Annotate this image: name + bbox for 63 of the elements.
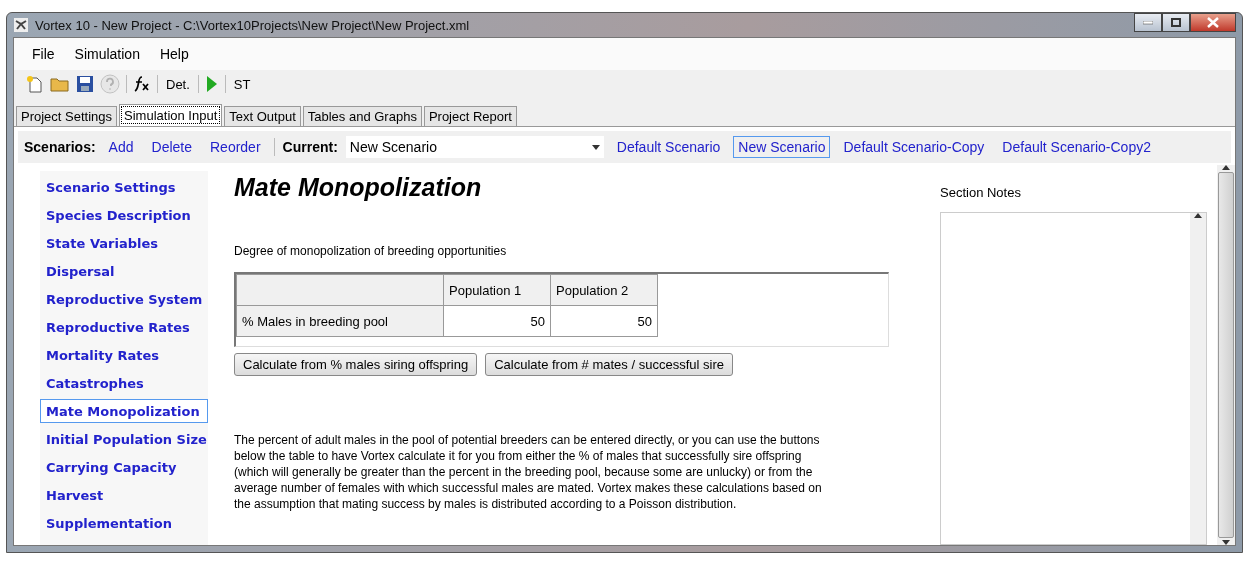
minimize-button[interactable] — [1134, 13, 1162, 32]
function-icon[interactable] — [133, 75, 151, 93]
close-icon — [1207, 17, 1219, 28]
tab[interactable]: Tables and Graphs — [302, 106, 422, 126]
minimize-icon — [1143, 20, 1153, 25]
column-header: Population 1 — [443, 274, 551, 306]
scenario-link[interactable]: Default Scenario-Copy2 — [997, 136, 1156, 158]
notes-label: Section Notes — [940, 185, 1022, 200]
scroll-up-icon — [1194, 213, 1202, 218]
close-button[interactable] — [1190, 13, 1236, 32]
window-title: Vortex 10 - New Project - C:\Vortex10Projects\New Project\New Project.xml — [35, 17, 470, 33]
scenario-link[interactable]: Default Scenario-Copy — [838, 136, 990, 158]
tab[interactable]: Text Output — [224, 106, 301, 126]
sidebar-item[interactable]: Supplementation — [40, 511, 208, 535]
table-caption: Degree of monopolization of breeding opportunities — [234, 244, 508, 258]
row-header: % Males in breeding pool — [236, 305, 444, 337]
menu-item[interactable]: File — [24, 46, 63, 62]
scenario-action-link[interactable]: Delete — [146, 136, 197, 158]
scenario-action-link[interactable]: Reorder — [205, 136, 266, 158]
sidebar-item[interactable]: Catastrophes — [40, 371, 208, 395]
save-icon[interactable] — [76, 75, 94, 93]
new-file-icon[interactable] — [26, 75, 44, 93]
calculate-button[interactable]: Calculate from # mates / successful sire — [485, 353, 733, 376]
menu-item[interactable]: Help — [151, 46, 197, 62]
maximize-button[interactable] — [1162, 13, 1190, 32]
scenario-link[interactable]: New Scenario — [733, 136, 831, 158]
table-cell[interactable]: 50 — [443, 305, 551, 337]
scroll-down-icon — [1222, 540, 1230, 545]
play-icon[interactable] — [204, 74, 219, 94]
folder-icon[interactable] — [50, 75, 70, 93]
sidebar-item[interactable]: Reproductive System — [40, 287, 208, 311]
sidebar-item[interactable]: Reproductive Rates — [40, 315, 208, 339]
sidebar-item[interactable]: Dispersal — [40, 259, 208, 283]
maximize-icon — [1171, 18, 1181, 27]
sidebar-item[interactable]: Initial Population Size — [40, 427, 208, 451]
sidebar-item[interactable]: Species Description — [40, 203, 208, 227]
column-header: Population 2 — [550, 274, 658, 306]
scenario-link[interactable]: Default Scenario — [611, 136, 726, 158]
menu-item[interactable]: Simulation — [66, 46, 148, 62]
sidebar-item[interactable]: Harvest — [40, 483, 208, 507]
scenario-dropdown[interactable]: New Scenario — [345, 136, 604, 158]
sidebar-item[interactable]: Carrying Capacity — [40, 455, 208, 479]
sidebar-item[interactable]: Mate Monopolization — [40, 399, 208, 423]
scenario-action-link[interactable]: Add — [103, 136, 139, 158]
toolbar-button[interactable]: Det. — [164, 76, 192, 92]
calculate-button[interactable]: Calculate from % males siring offspring — [234, 353, 478, 376]
scenarios-label: Scenarios: — [24, 139, 96, 155]
page-scrollbar[interactable] — [1217, 165, 1235, 545]
toolbar-button[interactable]: ST — [231, 76, 253, 92]
tab[interactable]: Project Settings — [16, 106, 118, 126]
dropdown-arrow-icon — [591, 144, 600, 150]
app-icon — [13, 17, 29, 33]
sidebar-item[interactable]: Scenario Settings — [40, 175, 208, 199]
table-cell[interactable]: 50 — [550, 305, 658, 337]
description-paragraph: The percent of adult males in the pool of potential breeders can be entered directly, or you can use the buttons below the table to have Vortex calculate it for you from either the % of males that successfully sire offspring (which will generally be greater than the percent in the breeding pool, because some are unlucky) or from the average number of females with which successful males are mated. Vortex makes these calculations based on the assumption that mating success by males is distributed according to a Poisson distribution. — [234, 432, 823, 512]
sidebar-item[interactable]: Mortality Rates — [40, 343, 208, 367]
sidebar-item[interactable]: State Variables — [40, 231, 208, 255]
tab[interactable]: Simulation Input — [119, 104, 223, 126]
current-label: Current: — [282, 139, 338, 155]
notes-field[interactable] — [940, 212, 1207, 545]
section-title: Mate Monopolization — [234, 173, 483, 202]
scroll-up-icon — [1222, 165, 1230, 170]
tab[interactable]: Project Report — [423, 106, 517, 126]
